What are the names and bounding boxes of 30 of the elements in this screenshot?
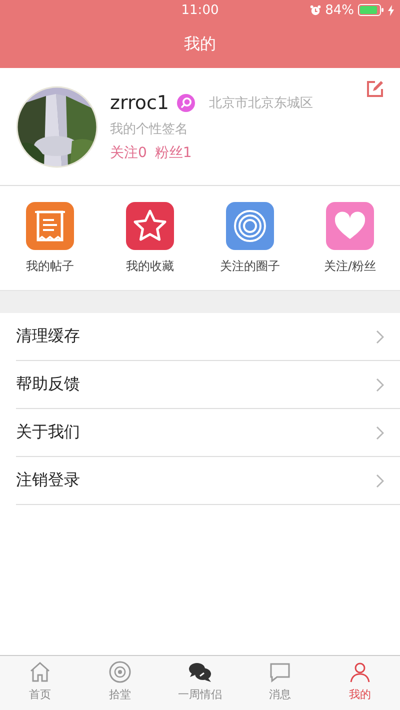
chevron-icon bbox=[376, 474, 384, 488]
menu-item[interactable]: 关于我们 bbox=[16, 409, 400, 457]
chevron-icon bbox=[376, 378, 384, 392]
username: zrroc1 bbox=[110, 92, 170, 114]
page-title: 我的 bbox=[184, 32, 216, 54]
alarm-icon bbox=[310, 4, 322, 16]
shortcut-button[interactable]: 关注/粉丝 bbox=[324, 202, 376, 280]
charging-icon bbox=[388, 4, 394, 16]
home-icon bbox=[28, 660, 52, 684]
shortcut-button[interactable]: 我的收藏 bbox=[126, 202, 174, 280]
rings-icon bbox=[226, 202, 274, 250]
shortcut-button[interactable]: 关注的圈子 bbox=[220, 202, 280, 280]
receipt-icon bbox=[26, 202, 74, 250]
edit-icon[interactable] bbox=[366, 80, 384, 98]
menu-item[interactable]: 注销登录 bbox=[16, 457, 400, 505]
menu-item[interactable]: 清理缓存 bbox=[16, 313, 400, 361]
person-icon bbox=[348, 660, 372, 684]
search-icon bbox=[177, 94, 196, 112]
chevron-icon bbox=[376, 330, 384, 344]
tab-button[interactable]: 我的 bbox=[348, 656, 372, 710]
menu-item[interactable]: 帮助反馈 bbox=[16, 361, 400, 409]
location-text: 北京市北京东城区 bbox=[209, 94, 314, 112]
battery-icon bbox=[358, 4, 384, 16]
battery-percent: 84% bbox=[325, 2, 354, 18]
chat-bubbles-icon bbox=[188, 660, 212, 684]
status-time: 11:00 bbox=[181, 2, 219, 18]
disc-icon bbox=[108, 660, 132, 684]
signature-text: 我的个性签名 bbox=[110, 120, 188, 138]
chevron-icon bbox=[376, 426, 384, 440]
shortcut-button[interactable]: 我的帖子 bbox=[26, 202, 74, 280]
